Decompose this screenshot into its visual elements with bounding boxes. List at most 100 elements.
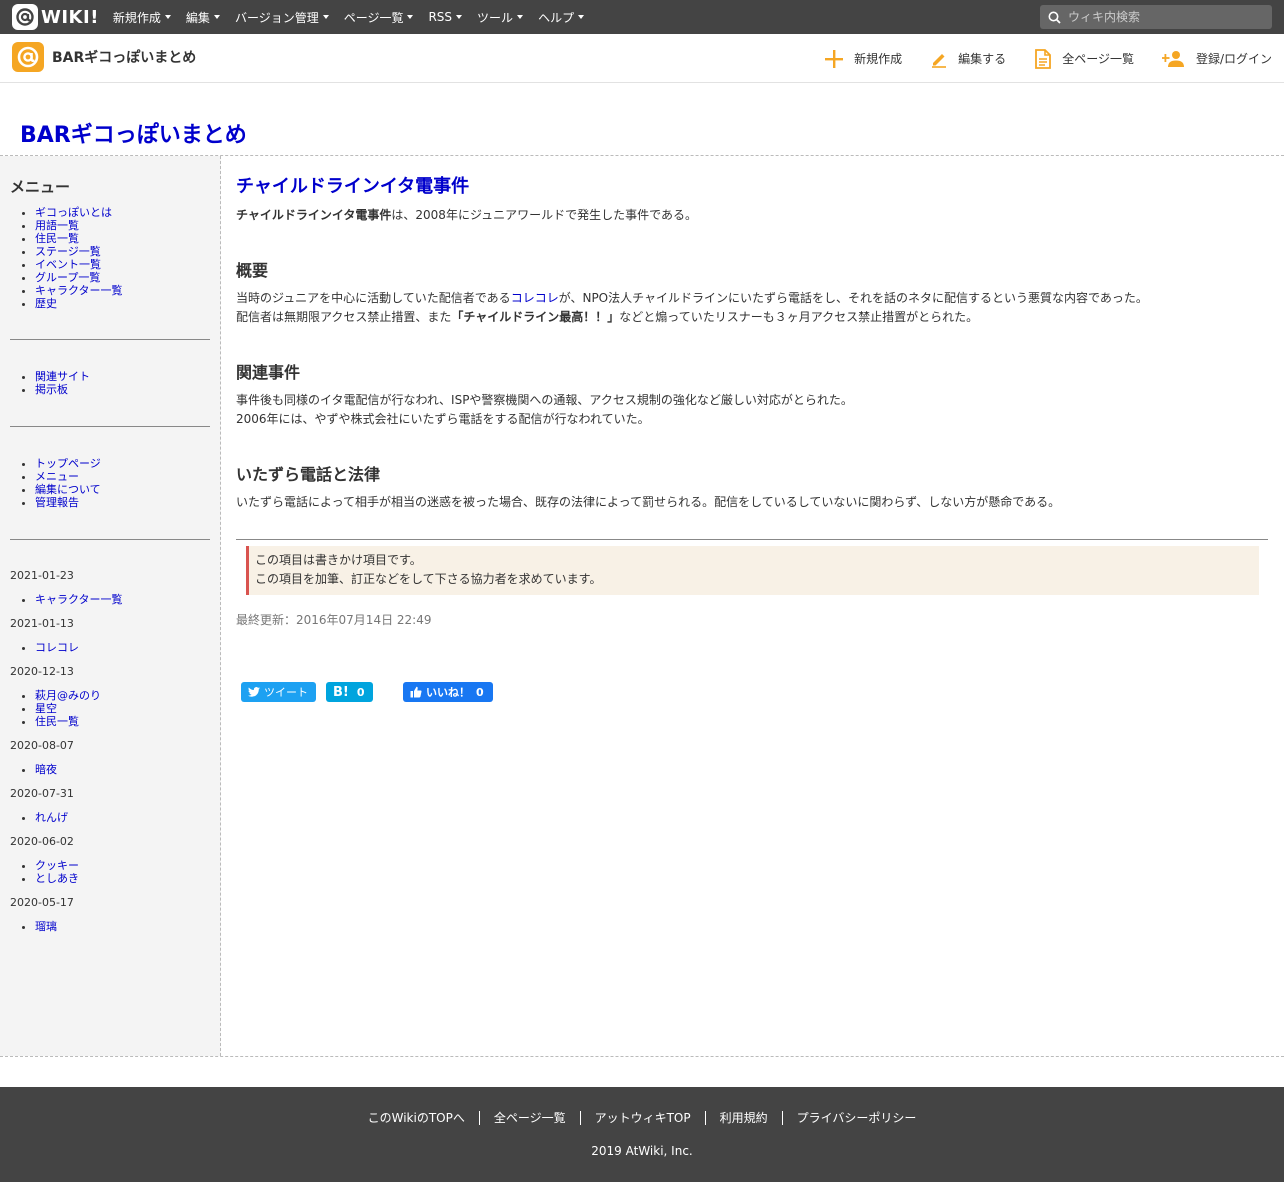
recent-link[interactable]: れんげ bbox=[35, 811, 68, 824]
search-input[interactable] bbox=[1068, 10, 1268, 24]
sidebar-link[interactable]: トップページ bbox=[35, 457, 101, 470]
recent-list: キャラクター一覧 bbox=[35, 593, 123, 606]
list-item: イベント一覧 bbox=[35, 258, 123, 271]
list-item: キャラクター一覧 bbox=[35, 593, 123, 606]
thumbs-up-icon bbox=[410, 686, 422, 698]
paragraph: 当時のジュニアを中心に活動していた配信者であるコレコレが、NPO法人チャイルドラ… bbox=[236, 291, 1148, 324]
wiki-search bbox=[1040, 5, 1272, 29]
footer-link-privacy[interactable]: プライバシーポリシー bbox=[781, 1111, 931, 1125]
divider bbox=[236, 539, 1268, 540]
caret-down-icon bbox=[213, 15, 220, 19]
intro-paragraph: チャイルドラインイタ電事件は、2008年にジュニアワールドで発生した事件である。 bbox=[236, 208, 697, 222]
new-page-button[interactable]: 新規作成 bbox=[824, 49, 902, 69]
sidebar-link[interactable]: 編集について bbox=[35, 483, 101, 496]
list-item: 瑠璃 bbox=[35, 920, 57, 933]
caret-down-icon bbox=[407, 15, 414, 19]
recent-link[interactable]: 住民一覧 bbox=[35, 715, 79, 728]
sidebar-link[interactable]: 管理報告 bbox=[35, 496, 79, 509]
recent-link[interactable]: 星空 bbox=[35, 702, 57, 715]
sidebar-heading: メニュー bbox=[10, 178, 71, 196]
sidebar-link[interactable]: キャラクター一覧 bbox=[35, 284, 123, 297]
footer-link-wiki-top[interactable]: このWikiのTOPへ bbox=[354, 1111, 479, 1125]
paragraph: 事件後も同様のイタ電配信が行なわれ、ISPや警察機関への通報、アクセス規制の強化… bbox=[236, 393, 853, 426]
sidebar-link[interactable]: ギコっぽいとは bbox=[35, 206, 112, 219]
list-item: 星空 bbox=[35, 702, 101, 715]
recent-date: 2020-07-31 bbox=[10, 787, 74, 800]
add-user-icon bbox=[1161, 50, 1184, 67]
sidebar-link[interactable]: 住民一覧 bbox=[35, 232, 79, 245]
footer-link-all-pages[interactable]: 全ページ一覧 bbox=[478, 1111, 580, 1125]
footer-link-terms[interactable]: 利用規約 bbox=[704, 1111, 782, 1125]
wiki-name: BARギコっぽいまとめ bbox=[52, 50, 197, 66]
plus-icon bbox=[825, 49, 844, 68]
divider bbox=[10, 539, 210, 540]
nav-version[interactable]: バージョン管理 bbox=[235, 9, 329, 26]
sidebar-link[interactable]: グループ一覧 bbox=[35, 271, 100, 284]
list-item: 用語一覧 bbox=[35, 219, 123, 232]
recent-date: 2021-01-13 bbox=[10, 617, 74, 630]
last-updated: 最終更新：2016年07月14日 22:49 bbox=[236, 613, 432, 627]
sidebar-link[interactable]: 用語一覧 bbox=[35, 219, 79, 232]
intro-bold: チャイルドラインイタ電事件 bbox=[236, 208, 392, 222]
recent-list: コレコレ bbox=[35, 641, 79, 654]
hatena-bookmark-button[interactable]: B! 0 bbox=[326, 682, 373, 702]
korekore-link[interactable]: コレコレ bbox=[511, 291, 559, 305]
atwiki-logo[interactable]: WIKI! bbox=[12, 4, 99, 30]
sidebar-link[interactable]: 関連サイト bbox=[35, 370, 90, 383]
search-icon bbox=[1048, 10, 1062, 24]
list-item: としあき bbox=[35, 872, 79, 885]
sidebar-link[interactable]: ステージ一覧 bbox=[35, 245, 101, 258]
sidebar-related: 関連サイト 掲示板 bbox=[35, 370, 90, 396]
recent-link[interactable]: クッキー bbox=[35, 859, 79, 872]
recent-link[interactable]: 萩月@みのり bbox=[35, 689, 101, 702]
recent-date: 2020-12-13 bbox=[10, 665, 74, 678]
caret-down-icon bbox=[578, 15, 585, 19]
recent-list: 萩月@みのり 星空 住民一覧 bbox=[35, 689, 101, 728]
nav-new-create[interactable]: 新規作成 bbox=[113, 9, 171, 26]
list-item: コレコレ bbox=[35, 641, 79, 654]
nav-help[interactable]: ヘルプ bbox=[538, 9, 585, 26]
list-item: 歴史 bbox=[35, 297, 123, 310]
wiki-logo-icon bbox=[12, 42, 44, 72]
list-item: ギコっぽいとは bbox=[35, 206, 123, 219]
list-item: トップページ bbox=[35, 457, 101, 470]
nav-edit[interactable]: 編集 bbox=[186, 9, 220, 26]
facebook-like-button[interactable]: いいね！ 0 bbox=[403, 682, 493, 702]
list-item: 管理報告 bbox=[35, 496, 101, 509]
recent-link[interactable]: としあき bbox=[35, 872, 79, 885]
list-item: 住民一覧 bbox=[35, 232, 123, 245]
login-button[interactable]: 登録/ログイン bbox=[1161, 50, 1272, 68]
nav-tools[interactable]: ツール bbox=[477, 9, 524, 26]
recent-link[interactable]: 瑠璃 bbox=[35, 920, 57, 933]
recent-date: 2020-08-07 bbox=[10, 739, 74, 752]
global-nav: 新規作成 編集 バージョン管理 ページ一覧 RSS ツール ヘルプ bbox=[113, 9, 599, 26]
sidebar-link[interactable]: 歴史 bbox=[35, 297, 57, 310]
divider bbox=[10, 426, 210, 427]
document-icon bbox=[1035, 48, 1052, 69]
copyright: 2019 AtWiki, Inc. bbox=[591, 1144, 693, 1158]
section-heading: 概要 bbox=[236, 261, 269, 280]
recent-list: 暗夜 bbox=[35, 763, 57, 776]
pencil-icon bbox=[932, 53, 947, 68]
paragraph: いたずら電話によって相手が相当の迷惑を被った場合、既存の法律によって罰せられる。… bbox=[236, 495, 1061, 509]
sidebar-link[interactable]: イベント一覧 bbox=[35, 258, 101, 271]
caret-down-icon bbox=[164, 15, 171, 19]
recent-link[interactable]: コレコレ bbox=[35, 641, 79, 654]
sidebar-link[interactable]: メニュー bbox=[35, 470, 79, 483]
wiki-brand[interactable]: BARギコっぽいまとめ bbox=[12, 42, 196, 72]
sidebar-link[interactable]: 掲示板 bbox=[35, 383, 68, 396]
all-pages-button[interactable]: 全ページ一覧 bbox=[1034, 48, 1134, 69]
page-title[interactable]: BARギコっぽいまとめ bbox=[20, 117, 247, 149]
nav-rss[interactable]: RSS bbox=[428, 9, 463, 26]
recent-date: 2021-01-23 bbox=[10, 569, 74, 582]
edit-button[interactable]: 編集する bbox=[930, 50, 1006, 68]
nav-page-list[interactable]: ページ一覧 bbox=[344, 9, 414, 26]
footer-link-atwiki-top[interactable]: アットウィキTOP bbox=[579, 1111, 705, 1125]
list-item: 住民一覧 bbox=[35, 715, 101, 728]
tweet-button[interactable]: ツイート bbox=[241, 682, 316, 702]
recent-link[interactable]: 暗夜 bbox=[35, 763, 57, 776]
list-item: 掲示板 bbox=[35, 383, 90, 396]
list-item: 編集について bbox=[35, 483, 101, 496]
list-item: メニュー bbox=[35, 470, 101, 483]
recent-link[interactable]: キャラクター一覧 bbox=[35, 593, 123, 606]
